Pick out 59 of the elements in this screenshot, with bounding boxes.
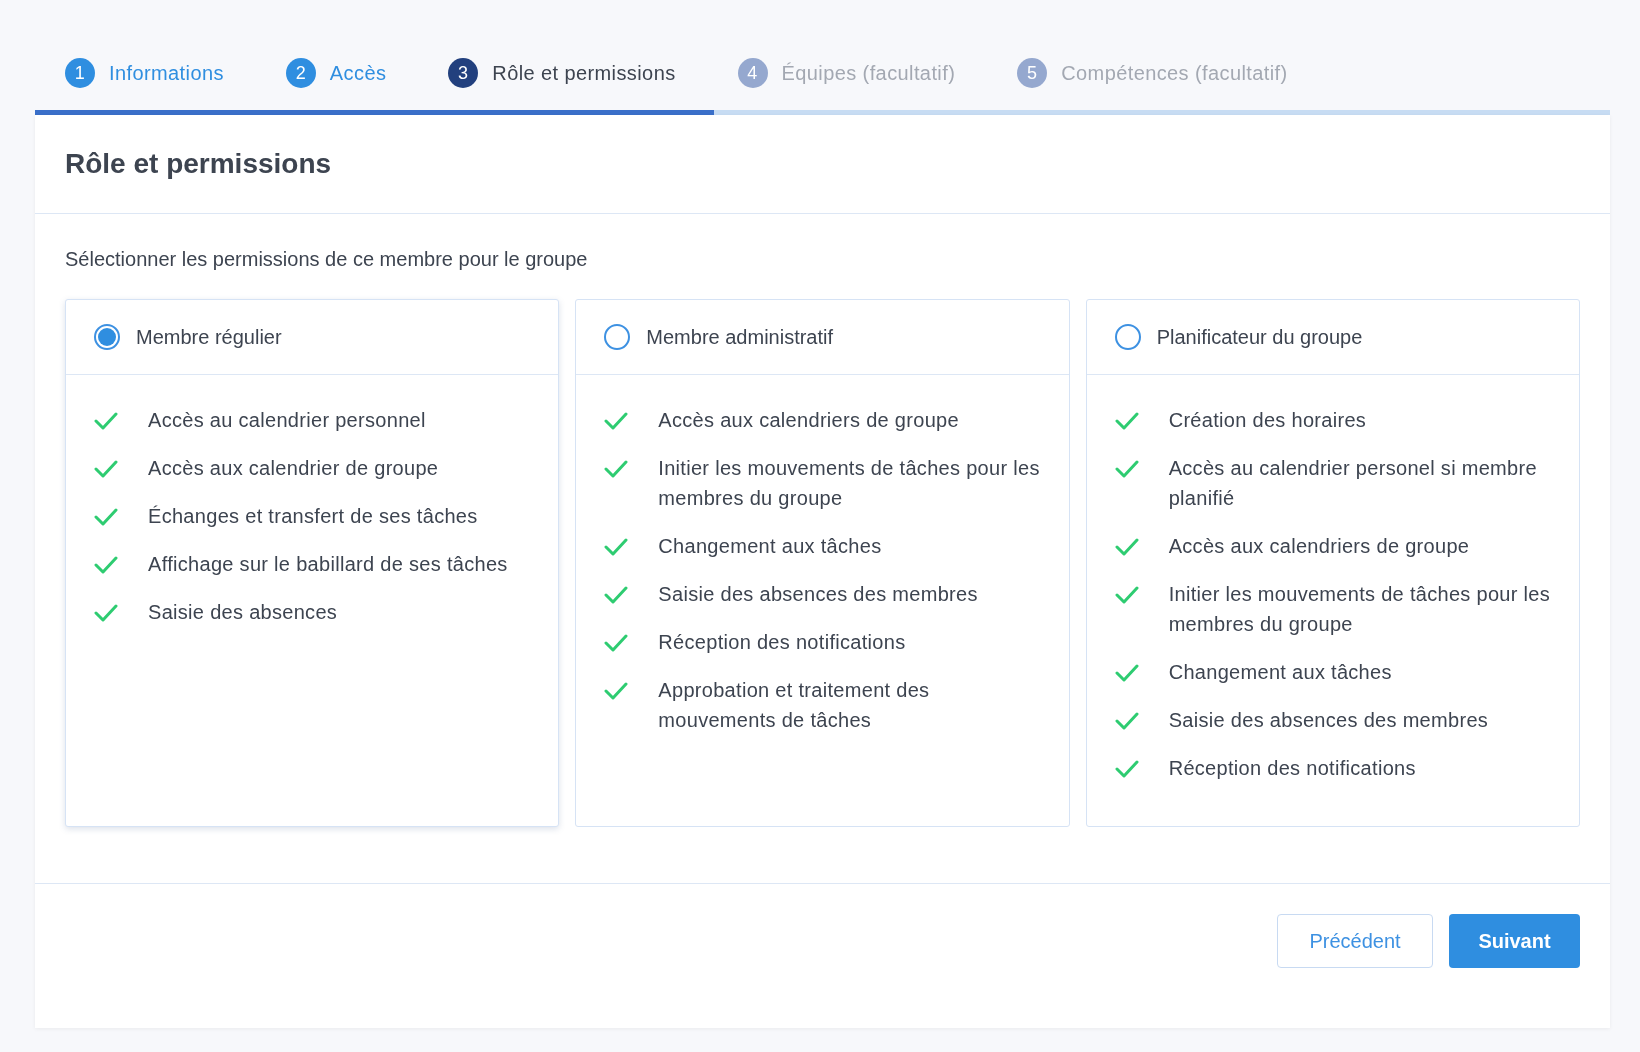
permission-text: Création des horaires [1168,408,1367,433]
permission-text: Réception des notifications [658,630,906,655]
step-number-badge: 5 [1017,58,1048,88]
check-icon [604,681,629,701]
role-label: Planificateur du groupe [1156,325,1363,349]
wizard-step[interactable]: Compétences (facultatif) [1061,61,1288,85]
role-option[interactable]: Planificateur du groupe [1086,300,1579,375]
radio-button[interactable] [94,324,120,350]
permission-text: Accès au calendrier personel si membre planifié [1168,456,1538,511]
wizard-step[interactable]: Accès [329,61,387,85]
wizard-step[interactable]: Informations [109,61,224,85]
previous-button[interactable]: Précédent [1277,914,1433,968]
step-number-badge: 2 [285,58,316,88]
role-label: Membre administratif [646,325,834,349]
check-icon [604,411,629,431]
permission-text: Changement aux tâches [1168,660,1392,685]
radio-button[interactable] [604,324,631,350]
role-option[interactable]: Membre régulier [66,300,559,375]
check-icon [94,555,118,575]
permission-text: Changement aux tâches [658,534,882,559]
check-icon [94,459,118,479]
check-icon [1114,459,1139,479]
permission-text: Approbation et traitement des mouvements de tâches [658,678,931,733]
check-icon [94,507,118,527]
check-icon [604,537,629,557]
panel-title: Rôle et permissions [65,148,332,180]
permission-text: Réception des notifications [1168,756,1416,781]
instruction-text: Sélectionner les permissions de ce membre pour le groupe [65,248,589,271]
step-number-badge: 3 [448,58,479,88]
permission-text: Saisie des absences [148,600,338,625]
check-icon [1114,711,1139,731]
check-icon [1114,537,1139,557]
check-icon [604,585,629,605]
check-icon [1114,663,1139,683]
check-icon [1114,759,1139,779]
step-number-badge: 4 [737,58,768,88]
check-icon [604,459,629,479]
radio-button[interactable] [1114,324,1141,350]
step-number-badge: 1 [65,58,95,88]
permission-text: Accès au calendrier personnel [148,408,426,433]
permission-text: Accès aux calendriers de groupe [658,408,959,433]
permission-text: Accès aux calendrier de groupe [148,456,439,481]
wizard-step[interactable]: Rôle et permissions [492,61,676,85]
role-label: Membre régulier [136,325,282,349]
check-icon [94,603,118,623]
permission-text: Initier les mouvements de tâches pour les membres du groupe [1168,582,1551,637]
permission-text: Accès aux calendriers de groupe [1168,534,1470,559]
permission-text: Initier les mouvements de tâches pour les membres du groupe [658,456,1041,511]
permission-text: Affichage sur le babillard de ses tâches [148,552,508,577]
check-icon [1114,411,1139,431]
check-icon [94,411,118,431]
check-icon [604,633,629,653]
check-icon [1114,585,1139,605]
permission-text: Échanges et transfert de ses tâches [148,504,478,529]
permission-text: Saisie des absences des membres [1168,708,1489,733]
role-option[interactable]: Membre administratif [576,300,1069,375]
permission-text: Saisie des absences des membres [658,582,978,607]
next-button[interactable]: Suivant [1449,914,1580,968]
wizard-step[interactable]: Équipes (facultatif) [781,61,956,85]
